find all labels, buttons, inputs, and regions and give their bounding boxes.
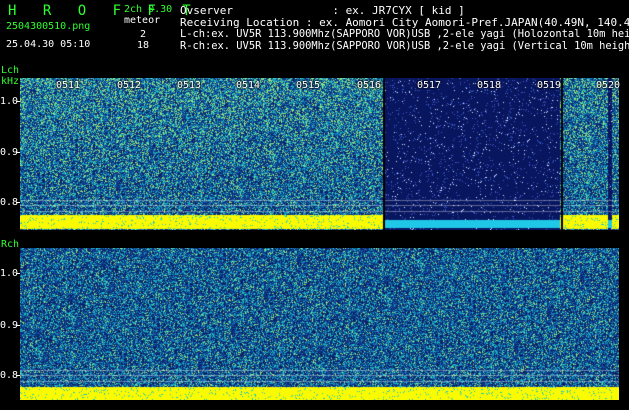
meteor-l-count: 2 <box>140 29 147 40</box>
r-channel-line: R-ch:ex. UV5R 113.900Mhz(SAPPORO VOR)USB… <box>180 40 629 52</box>
location-line: Receiving Location : ex. Aomori City Aom… <box>180 16 629 29</box>
time-label: 0511 <box>56 80 81 91</box>
l-channel-line: L-ch:ex. UV5R 113.900Mhz(SAPPORO VOR)USB… <box>180 28 629 40</box>
time-label: 0514 <box>236 80 261 91</box>
lch-unit: kHz <box>1 76 20 87</box>
time-label: 0512 <box>117 80 142 91</box>
filename: 2504300510.png <box>6 21 91 32</box>
lch-waterfall <box>20 78 619 230</box>
time-label: 0520 <box>596 80 621 91</box>
rch-waterfall <box>20 248 619 400</box>
meteor-r-count: 18 <box>137 40 150 51</box>
time-label: 0516 <box>357 80 382 91</box>
rch-label: Rch <box>1 239 20 250</box>
meteor-label: meteor <box>124 15 161 26</box>
mode-label: 2ch 0.30 <box>124 4 173 15</box>
time-label: 0518 <box>477 80 502 91</box>
timestamp: 25.04.30 05:10 <box>6 39 91 50</box>
observer-line: Ovserver : ex. JR7CYX [ kid ] <box>180 4 465 17</box>
time-label: 0515 <box>296 80 321 91</box>
time-label: 0519 <box>537 80 562 91</box>
lch-label: Lch <box>1 65 20 76</box>
time-label: 0513 <box>177 80 202 91</box>
time-label: 0517 <box>417 80 442 91</box>
